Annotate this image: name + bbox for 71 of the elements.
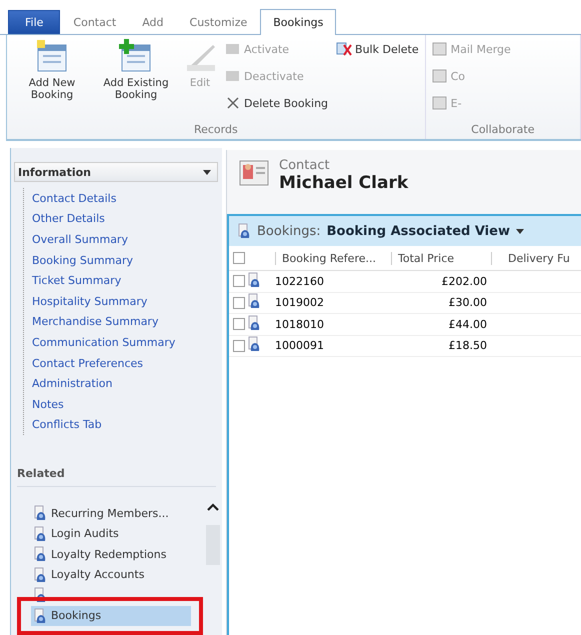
nav-link[interactable]: Merchandise Summary <box>32 312 158 332</box>
deactivate-icon <box>225 68 241 84</box>
entity-label: Contact <box>279 158 331 173</box>
nav-link[interactable]: Notes <box>32 394 64 415</box>
related-item[interactable]: Loyalty Redemptions <box>31 544 191 565</box>
row-checkbox[interactable] <box>233 275 245 288</box>
table-cell-text: 1022160 <box>275 274 325 288</box>
delete-icon <box>225 95 241 111</box>
entity-label: Bookings: <box>257 224 321 238</box>
nav-link[interactable]: Communication Summary <box>32 332 176 353</box>
ribbon-tab[interactable]: Customize <box>176 10 260 34</box>
column-header[interactable]: Delivery Fu <box>491 252 581 264</box>
nav-link[interactable]: Booking Summary <box>32 250 134 270</box>
add-record-icon <box>119 39 153 73</box>
booking-icon <box>33 526 47 542</box>
group-label: Records <box>192 122 239 138</box>
nav-link[interactable]: Contact Details <box>32 188 116 209</box>
dropdown-icon <box>203 170 211 174</box>
scroll-up-icon <box>207 503 219 512</box>
nav-link[interactable]: Other Details <box>32 208 105 230</box>
table-cell-text: 1018010 <box>275 318 325 331</box>
related-item[interactable]: Loyalty Accounts <box>31 564 191 586</box>
table-cell: £30.00 <box>448 296 487 310</box>
related-item[interactable]: Login Audits <box>31 524 191 544</box>
row-checkbox[interactable] <box>233 318 245 330</box>
section-title: Information <box>18 166 91 178</box>
booking-icon <box>33 587 47 604</box>
dropdown-icon <box>516 228 524 234</box>
table-cell: £202.00 <box>442 274 487 288</box>
record-name: Michael Clark <box>279 173 408 193</box>
file-tab[interactable]: File <box>8 10 60 34</box>
booking-icon <box>33 608 47 624</box>
nav-link[interactable]: Administration <box>32 373 112 394</box>
ribbon-tab[interactable]: Contact <box>60 10 130 34</box>
booking-icon <box>33 566 47 583</box>
booking-icon <box>33 505 47 522</box>
booking-icon <box>237 223 251 239</box>
table-cell: £18.50 <box>448 339 487 352</box>
select-all-checkbox[interactable] <box>233 252 245 264</box>
ribbon-tab[interactable]: Bookings <box>260 9 336 35</box>
nav-link[interactable]: Ticket Summary <box>32 270 122 291</box>
view-selector[interactable]: Booking Associated View <box>326 224 524 238</box>
table-cell-text: 1019002 <box>275 296 325 310</box>
section-title: Related <box>17 467 216 488</box>
new-record-icon <box>35 39 69 73</box>
mail-merge-icon <box>432 41 448 57</box>
nav-link[interactable]: Conflicts Tab <box>32 414 102 436</box>
column-header[interactable]: Booking Refere... <box>275 252 391 264</box>
nav-link[interactable]: Contact Preferences <box>32 352 143 374</box>
table-cell: £44.00 <box>448 318 487 331</box>
column-header[interactable]: Total Price <box>391 252 491 264</box>
activate-icon <box>225 41 241 57</box>
contact-card-icon <box>239 158 269 188</box>
nav-link[interactable]: Overall Summary <box>32 229 128 250</box>
bulk-delete-icon <box>336 41 352 57</box>
related-item[interactable]: Bookings <box>31 606 191 626</box>
ribbon-button[interactable]: Delete Booking <box>225 93 328 113</box>
ribbon-button[interactable]: Add Existing Booking <box>97 39 175 120</box>
booking-icon <box>247 272 261 288</box>
ribbon-button[interactable]: Bulk Delete <box>336 39 419 59</box>
booking-icon <box>33 546 47 562</box>
nav-link[interactable]: Hospitality Summary <box>32 290 148 312</box>
row-checkbox[interactable] <box>233 296 245 309</box>
group-label: Collaborate <box>470 122 536 138</box>
copy-icon <box>432 68 448 84</box>
email-icon <box>432 95 448 111</box>
table-cell-text: 1000091 <box>275 339 325 352</box>
row-checkbox[interactable] <box>233 340 245 352</box>
related-item[interactable]: Recurring Members... <box>31 503 191 524</box>
ribbon-button[interactable]: Add New Booking <box>13 39 91 120</box>
ribbon-tab[interactable]: Add <box>129 10 177 34</box>
